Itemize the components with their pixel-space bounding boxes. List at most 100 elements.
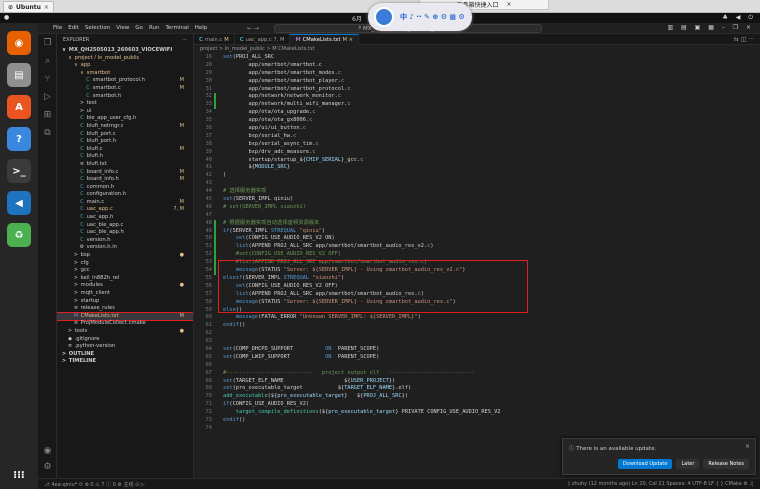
tree-item[interactable]: > modules ●: [57, 282, 193, 290]
activities-button[interactable]: ●: [4, 14, 9, 21]
code-line[interactable]: 43: [194, 180, 760, 188]
gear-icon[interactable]: ⚙: [42, 462, 53, 473]
status-left[interactable]: ⎇ 4ea-qiniu* ⟳ ⊗ 0 ⚠ 7 ⓘ 0 ⚙ 主线 ⊙ ▷: [44, 481, 145, 488]
code-line[interactable]: 44 # 选择服务器实现: [194, 188, 760, 196]
trash-icon[interactable]: ♻: [7, 223, 31, 247]
tree-item[interactable]: > gcc: [57, 267, 193, 275]
tree-item[interactable]: ∨ MX_QH2505013_260603_VIOCEWIFI: [57, 47, 193, 55]
close-icon[interactable]: ×: [44, 4, 49, 11]
menu-item-help[interactable]: Help: [195, 25, 208, 31]
tree-item[interactable]: C smartbot.c M: [57, 85, 193, 93]
tree-item[interactable]: C configuration.h: [57, 191, 193, 199]
tree-item[interactable]: ◆ .gitignore: [57, 336, 193, 344]
code-line[interactable]: 34 app/ota/ota_upgrade.c: [194, 109, 760, 117]
clock[interactable]: 6月: [352, 14, 362, 23]
appstore-icon[interactable]: A: [7, 95, 31, 119]
close-icon[interactable]: ×: [745, 443, 750, 450]
tree-item[interactable]: C smartbot.h: [57, 93, 193, 101]
menu-item-run[interactable]: Run: [149, 25, 160, 31]
tree-item[interactable]: C smartbot_protocol.h M: [57, 77, 193, 85]
menu-item-view[interactable]: View: [116, 25, 129, 31]
code-line[interactable]: 46 # set(SERVER_IMPL xiaozhi): [194, 204, 760, 212]
code-line[interactable]: 64 set(COMP_DHCPD_SUPPORT ON PARENT_SCOPE…: [194, 346, 760, 354]
code-line[interactable]: 39 bsp/drv_adc_measure.c: [194, 149, 760, 157]
tab-badge[interactable]: M: [224, 37, 228, 43]
tree-item[interactable]: C uac_app.c 7, M: [57, 206, 193, 214]
tree-item[interactable]: > test: [57, 100, 193, 108]
code-line[interactable]: 48 # 根据服务器实现自动选择音频资源版本: [194, 219, 760, 228]
tree-item[interactable]: ∨ project / ln_model_public: [57, 55, 193, 63]
tree-item[interactable]: C uac_app.h: [57, 214, 193, 222]
remote-explorer-icon[interactable]: ⧉: [42, 128, 53, 139]
section-timeline[interactable]: > TIMELINE: [57, 358, 193, 366]
code-line[interactable]: 62: [194, 330, 760, 338]
code-line[interactable]: 37 bsp/serial_hw.c: [194, 133, 760, 141]
status-right[interactable]: ◊ zhuhy (12 months ago) Ln 20, Col 21 Sp…: [568, 481, 754, 487]
code-line[interactable]: 67 #--------------------------- project o…: [194, 370, 760, 378]
nav-arrows[interactable]: ← →: [247, 25, 259, 32]
tab-main.c[interactable]: Cmain.c M: [194, 34, 235, 45]
code-line[interactable]: 41 ${MODULE_SRC}: [194, 164, 760, 172]
tree-item[interactable]: > bsp ●: [57, 252, 193, 260]
tree-item[interactable]: C board_info.h M: [57, 176, 193, 184]
help-icon[interactable]: ?: [7, 127, 31, 151]
tab-badge[interactable]: M ×: [343, 37, 353, 43]
code-line[interactable]: 28 app/smartbot/smartbot.c: [194, 62, 760, 70]
menu-item-go[interactable]: Go: [135, 25, 143, 31]
tree-item[interactable]: C ble_app_user_cfg.h: [57, 115, 193, 123]
code-line[interactable]: 63: [194, 338, 760, 346]
code-line[interactable]: 71 if(CONFIG_USE_AUDIO_RES_V2): [194, 401, 760, 409]
breadcrumb[interactable]: project > ln_model_public > M CMakeLists…: [194, 45, 760, 53]
tree-item[interactable]: > startup: [57, 298, 193, 306]
code-line[interactable]: 29 app/smartbot/smartbot_modes.c: [194, 70, 760, 78]
code-line[interactable]: 38 bsp/serial_async_tim.c: [194, 141, 760, 149]
tree-item[interactable]: ≡ blufi.txt: [57, 161, 193, 169]
apps-grid-icon[interactable]: ⁝⁝⁝: [7, 463, 31, 487]
code-line[interactable]: 30 app/smartbot/smartbot_player.c: [194, 78, 760, 86]
tree-item[interactable]: C board_info.c M: [57, 169, 193, 177]
tree-item[interactable]: C uac_ble_app.c: [57, 222, 193, 230]
menu-item-file[interactable]: File: [53, 25, 62, 31]
tree-item[interactable]: C blufi.c M: [57, 146, 193, 154]
tree-item[interactable]: C blufi_port.c: [57, 131, 193, 139]
tree-item[interactable]: > mqtt_client: [57, 290, 193, 298]
code-line[interactable]: 35 app/ota/ota_gx8006.c: [194, 117, 760, 125]
code-line[interactable]: 68 set(TARGET_ELF_NAME ${USER_PROJECT}): [194, 378, 760, 386]
code-line[interactable]: 31 app/smartbot/smartbot_protocol.c: [194, 86, 760, 94]
code-line[interactable]: 74: [194, 425, 760, 433]
tree-item[interactable]: M CMakeLists.txt M: [57, 311, 193, 322]
editor-actions[interactable]: ⇆ ◫ ···: [728, 34, 760, 44]
remote-toolbar-icons[interactable]: 中 ♪ ·· ✎ ⊕ ⚙ ▦ ⚙: [400, 12, 465, 22]
tree-item[interactable]: > cfg: [57, 260, 193, 268]
menu-item-selection[interactable]: Selection: [85, 25, 110, 31]
menu-item-terminal[interactable]: Terminal: [165, 25, 188, 31]
code-line[interactable]: 36 app/ui/ui_button.c: [194, 125, 760, 133]
terminal-icon[interactable]: >_: [7, 159, 31, 183]
tree-item[interactable]: ∨ app: [57, 62, 193, 70]
later-button[interactable]: Later: [676, 459, 700, 469]
vm-tab-ubuntu[interactable]: ⊙ Ubuntu ×: [3, 1, 54, 12]
code-line[interactable]: 49 if(SERVER_IMPL STREQUAL "qiniu"): [194, 227, 760, 236]
more-actions-icon[interactable]: ···: [182, 37, 187, 44]
download-update-button[interactable]: Download Update: [617, 459, 673, 469]
tree-item[interactable]: C blufi.h: [57, 153, 193, 161]
run-debug-icon[interactable]: ▷: [42, 92, 53, 103]
close-icon[interactable]: ×: [506, 1, 511, 8]
tree-item[interactable]: C main.c M: [57, 199, 193, 207]
section-outline[interactable]: > OUTLINE: [57, 351, 193, 359]
tree-item[interactable]: > tools ●: [57, 328, 193, 336]
code-line[interactable]: 60 message(FATAL_ERROR "Unknown SERVER_I…: [194, 314, 760, 322]
files-icon[interactable]: ▤: [7, 63, 31, 87]
tree-item[interactable]: > keil_ln882h_rel: [57, 275, 193, 283]
code-line[interactable]: 61 endif(): [194, 322, 760, 330]
tab-cmakelists.txt[interactable]: M CMakeLists.txt M ×: [290, 34, 359, 45]
code-line[interactable]: 73 endif(): [194, 417, 760, 425]
code-line[interactable]: 33 app/network/multi_wifi_manager.c: [194, 101, 760, 110]
tree-item[interactable]: > ui: [57, 108, 193, 116]
code-line[interactable]: 52 #set(CONFIG_USE_AUDIO_RES_V2 OFF): [194, 251, 760, 260]
code-line[interactable]: 47: [194, 212, 760, 220]
code-line[interactable]: 69 set(pro_executable_target ${TARGET_ELF…: [194, 385, 760, 393]
tree-item[interactable]: C blufi_netmgr.c M: [57, 123, 193, 131]
code-line[interactable]: 70 add_executable(${pro_executable_target…: [194, 393, 760, 401]
code-line[interactable]: 66: [194, 362, 760, 370]
